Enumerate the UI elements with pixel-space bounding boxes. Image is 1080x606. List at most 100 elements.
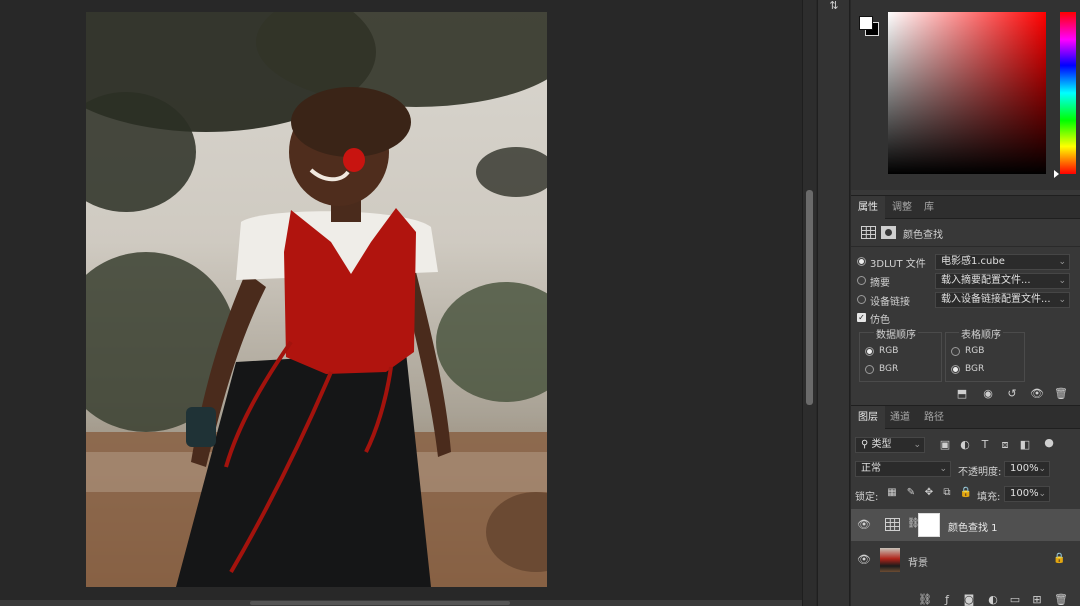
lock-all-icon[interactable]: 🔒 xyxy=(958,485,974,501)
abstract-radio[interactable] xyxy=(857,276,866,285)
lock-artboard-icon[interactable]: ⧉ xyxy=(939,485,955,501)
device-link-value: 载入设备链接配置文件... xyxy=(941,294,1051,305)
hue-slider-marker[interactable] xyxy=(1054,170,1059,178)
layer-filter-value: 类型 xyxy=(871,439,892,450)
delete-layer-icon[interactable]: 🗑 xyxy=(1053,592,1069,606)
table-order-title: 表格顺序 xyxy=(959,326,1003,341)
chevron-down-icon: ⌄ xyxy=(1058,295,1066,305)
view-previous-icon[interactable]: ◉ xyxy=(980,386,996,402)
data-order-bgr-radio[interactable] xyxy=(865,365,874,374)
visibility-icon[interactable]: 👁 xyxy=(1029,386,1045,402)
data-order-bgr-label: BGR xyxy=(879,364,899,374)
pixel-layer-filter-icon[interactable]: ▣ xyxy=(937,437,953,453)
document-image[interactable] xyxy=(86,12,547,587)
lock-image-icon[interactable]: ✎ xyxy=(903,485,919,501)
photo-illustration xyxy=(86,12,547,587)
eye-icon[interactable]: 👁 xyxy=(857,553,871,567)
canvas-workspace[interactable] xyxy=(0,0,802,600)
color-field[interactable] xyxy=(888,12,1046,174)
lut-file-value: 电影感1.cube xyxy=(941,256,1005,267)
dither-label: 仿色 xyxy=(870,315,890,326)
blend-mode-select[interactable]: 正常 ⌄ xyxy=(855,461,951,477)
new-adjustment-icon[interactable]: ◐ xyxy=(985,592,1001,606)
lut-file-label: 3DLUT 文件 xyxy=(870,259,926,270)
search-icon: ⚲ xyxy=(861,439,872,450)
table-order-rgb-radio[interactable] xyxy=(951,347,960,356)
link-layers-icon[interactable]: ⛓ xyxy=(917,592,933,606)
tab-channels[interactable]: 通道 xyxy=(883,406,917,429)
tab-adjustments[interactable]: 调整 xyxy=(885,196,919,219)
layer-name[interactable]: 颜色查找 1 xyxy=(948,519,998,534)
tab-libraries[interactable]: 库 xyxy=(917,196,941,219)
device-link-label: 设备链接 xyxy=(870,297,910,308)
layer-mask-thumbnail[interactable] xyxy=(918,513,940,537)
properties-title: 颜色查找 xyxy=(903,230,943,241)
opacity-value: 100% xyxy=(1010,463,1039,474)
fill-field[interactable]: 100% ⌄ xyxy=(1004,486,1050,502)
panel-icon-strip: ⇅ xyxy=(817,0,850,606)
eye-icon[interactable]: 👁 xyxy=(857,518,871,532)
chevron-down-icon: ⌄ xyxy=(1038,464,1046,474)
layer-mask-icon[interactable] xyxy=(881,226,896,239)
lock-icon: 🔒 xyxy=(1053,553,1066,564)
lock-position-icon[interactable]: ✥ xyxy=(921,485,937,501)
adjustment-layer-filter-icon[interactable]: ◐ xyxy=(957,437,973,453)
add-mask-icon[interactable]: ◙ xyxy=(961,592,977,606)
smart-object-filter-icon[interactable]: ◧ xyxy=(1017,437,1033,453)
fill-value: 100% xyxy=(1010,488,1039,499)
lut-file-select[interactable]: 电影感1.cube ⌄ xyxy=(935,254,1070,270)
device-link-radio[interactable] xyxy=(857,295,866,304)
color-panel xyxy=(851,0,1080,190)
layers-panel: 图层 通道 路径 ⚲ 类型 ⌄ ▣ ◐ T ⧈ ◧ ● 正常 ⌄ 不透明度: 1… xyxy=(851,405,1080,606)
fx-icon[interactable]: ƒ xyxy=(939,592,955,606)
reset-icon[interactable]: ↺ xyxy=(1004,386,1020,402)
layer-name[interactable]: 背景 xyxy=(908,554,928,569)
tab-paths[interactable]: 路径 xyxy=(917,406,951,429)
clip-to-layer-icon[interactable]: ⬒ xyxy=(954,386,970,402)
table-order-rgb-label: RGB xyxy=(965,346,985,356)
blend-mode-value: 正常 xyxy=(861,463,881,474)
fill-label: 填充: xyxy=(977,492,1001,503)
opacity-label: 不透明度: xyxy=(958,467,1002,478)
trash-icon[interactable]: 🗑 xyxy=(1053,386,1069,402)
lock-transparent-icon[interactable]: ▦ xyxy=(884,485,900,501)
tab-properties[interactable]: 属性 xyxy=(851,196,885,219)
tab-layers[interactable]: 图层 xyxy=(851,406,885,429)
opacity-field[interactable]: 100% ⌄ xyxy=(1004,461,1050,477)
layer-row-background[interactable]: 👁 背景 🔒 xyxy=(851,544,1080,576)
foreground-color-swatch[interactable] xyxy=(859,16,873,30)
chevron-down-icon: ⌄ xyxy=(939,464,947,474)
dither-checkbox[interactable]: ✓ xyxy=(857,313,866,322)
swap-icon[interactable]: ⇅ xyxy=(826,0,842,12)
lock-label: 锁定: xyxy=(855,492,879,503)
lut-file-radio[interactable] xyxy=(857,257,866,266)
table-order-bgr-label: BGR xyxy=(965,364,985,374)
vertical-scrollbar[interactable] xyxy=(802,0,816,606)
chevron-down-icon: ⌄ xyxy=(1038,489,1046,499)
adjustment-grid-icon xyxy=(885,518,900,531)
properties-panel: 属性 调整 库 颜色查找 3DLUT 文件 电影感1.cube ⌄ 摘要 载入摘… xyxy=(851,195,1080,405)
table-order-bgr-radio[interactable] xyxy=(951,365,960,374)
new-layer-icon[interactable]: ⊞ xyxy=(1029,592,1045,606)
scrollbar-thumb[interactable] xyxy=(250,601,510,605)
device-link-select[interactable]: 载入设备链接配置文件... ⌄ xyxy=(935,292,1070,308)
chevron-down-icon: ⌄ xyxy=(1058,257,1066,267)
horizontal-scrollbar[interactable] xyxy=(0,600,802,606)
layer-row-color-lookup[interactable]: 👁 ⛓ 颜色查找 1 xyxy=(851,509,1080,541)
abstract-label: 摘要 xyxy=(870,278,890,289)
data-order-rgb-radio[interactable] xyxy=(865,347,874,356)
new-group-icon[interactable]: ▭ xyxy=(1007,592,1023,606)
hue-slider[interactable] xyxy=(1060,12,1076,174)
filter-toggle-icon[interactable]: ● xyxy=(1041,435,1057,451)
adjustment-grid-icon xyxy=(861,226,876,239)
layer-thumbnail[interactable] xyxy=(880,548,900,572)
chevron-down-icon: ⌄ xyxy=(913,440,921,450)
data-order-rgb-label: RGB xyxy=(879,346,899,356)
layer-filter-select[interactable]: ⚲ 类型 ⌄ xyxy=(855,437,925,453)
type-layer-filter-icon[interactable]: T xyxy=(977,437,993,453)
scrollbar-thumb[interactable] xyxy=(806,190,813,405)
shape-layer-filter-icon[interactable]: ⧈ xyxy=(997,437,1013,453)
chevron-down-icon: ⌄ xyxy=(1058,276,1066,286)
layers-footer: ⛓ ƒ ◙ ◐ ▭ ⊞ 🗑 xyxy=(851,593,1080,606)
abstract-select[interactable]: 载入摘要配置文件... ⌄ xyxy=(935,273,1070,289)
